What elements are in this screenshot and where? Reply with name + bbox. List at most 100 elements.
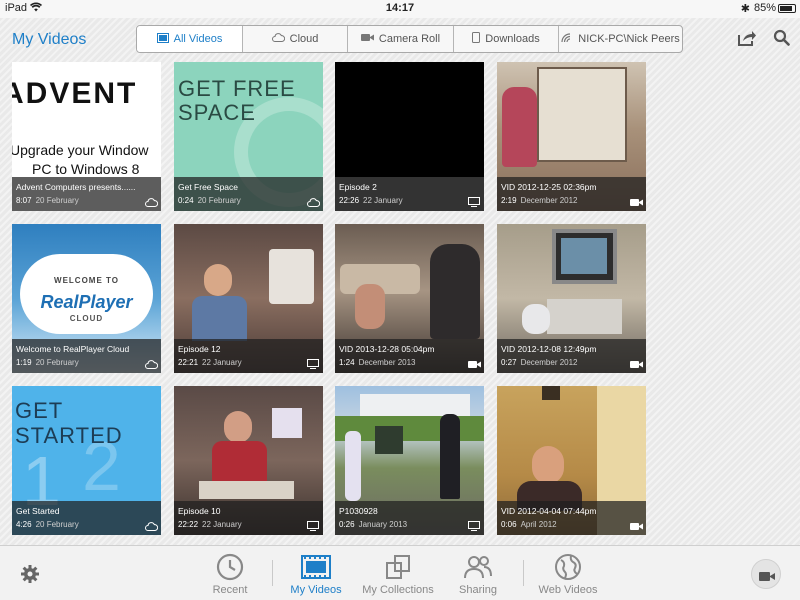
video-tile[interactable]: Episode 12 22:21 22 January <box>174 224 323 373</box>
video-meta: 22:21 22 January <box>178 358 242 367</box>
video-info-bar: VID 2012-12-08 12:49pm 0:27 December 2012 <box>497 339 646 373</box>
record-video-button[interactable] <box>751 559 781 589</box>
thumb-child <box>522 304 550 334</box>
nav-web-videos[interactable]: Web Videos <box>525 552 611 596</box>
network-icon <box>561 32 573 46</box>
thumb-lamp <box>542 386 560 400</box>
video-meta: 0:24 20 February <box>178 196 241 205</box>
video-duration: 0:27 <box>501 358 517 367</box>
nav-label: Recent <box>212 584 248 596</box>
nav-sharing[interactable]: Sharing <box>435 552 521 596</box>
tab-network-share[interactable]: NICK-PC\Nick Peers <box>559 26 682 52</box>
video-meta: 4:26 20 February <box>16 520 79 529</box>
thumb-face <box>532 446 564 484</box>
phone-icon <box>472 32 481 46</box>
thumb-child <box>502 87 537 167</box>
nav-label: My Videos <box>290 584 342 596</box>
video-title: Episode 2 <box>339 182 377 192</box>
video-tile[interactable]: GET FREE SPACE Get Free Space 0:24 20 Feb… <box>174 62 323 211</box>
share-icon[interactable] <box>737 29 757 52</box>
video-info-bar: VID 2012-12-25 02:36pm 2:19 December 2012 <box>497 177 646 211</box>
video-duration: 2:19 <box>501 196 517 205</box>
video-duration: 1:24 <box>339 358 355 367</box>
thumb-caption: GET <box>15 398 64 423</box>
video-info-bar: Welcome to RealPlayer Cloud 1:19 20 Febru… <box>12 339 161 373</box>
nav-my-collections[interactable]: My Collections <box>355 552 441 596</box>
video-info-bar: Get Started 4:26 20 February <box>12 501 161 535</box>
video-tile[interactable]: ADVENT Upgrade your Window PC to Windows… <box>12 62 161 211</box>
collections-icon <box>355 552 441 582</box>
monitor-icon <box>468 518 480 531</box>
thumb-person <box>440 414 460 499</box>
film-icon <box>273 552 359 582</box>
camera-icon <box>630 194 643 206</box>
thumb-caption: CLOUD <box>69 314 104 323</box>
video-title: VID 2012-12-25 02:36pm <box>501 182 597 192</box>
video-meta: 1:24 December 2013 <box>339 358 416 367</box>
video-date: 20 February <box>197 196 241 205</box>
video-info-bar: VID 2013-12-28 05:04pm 1:24 December 2013 <box>335 339 484 373</box>
video-date: December 2012 <box>520 358 578 367</box>
video-duration: 22:26 <box>339 196 360 205</box>
video-tile[interactable]: VID 2012-12-08 12:49pm 0:27 December 2012 <box>497 224 646 373</box>
video-title: P1030928 <box>339 506 378 516</box>
battery-percent: 85% <box>753 2 776 14</box>
video-tile[interactable]: Episode 2 22:26 22 January <box>335 62 484 211</box>
thumb-shirt <box>192 296 247 341</box>
video-title: Episode 12 <box>178 344 221 354</box>
video-tile[interactable]: 1 2 GET STARTED Get Started 4:26 20 Febru… <box>12 386 161 535</box>
video-title: VID 2012-12-08 12:49pm <box>501 344 597 354</box>
thumb-child <box>355 284 385 329</box>
video-tile[interactable]: P1030928 0:26 January 2013 <box>335 386 484 535</box>
battery-icon <box>778 4 796 13</box>
video-meta: 0:06 April 2012 <box>501 520 557 529</box>
thumb-caption: WELCOME TO <box>54 276 119 285</box>
video-duration: 0:26 <box>339 520 355 529</box>
tab-all-videos[interactable]: All Videos <box>137 26 243 52</box>
video-info-bar: Episode 10 22:22 22 January <box>174 501 323 535</box>
monitor-icon <box>307 356 319 369</box>
thumb-person <box>345 431 361 501</box>
camera-icon <box>468 356 481 368</box>
camera-icon <box>630 518 643 530</box>
video-date: December 2012 <box>520 196 578 205</box>
thumb-face <box>224 411 252 443</box>
thumb-shirt <box>212 441 267 486</box>
video-title: Welcome to RealPlayer Cloud <box>16 344 130 354</box>
tab-cloud[interactable]: Cloud <box>243 26 348 52</box>
camera-icon <box>360 33 374 45</box>
tab-camera-roll[interactable]: Camera Roll <box>348 26 454 52</box>
gear-icon[interactable] <box>20 564 40 589</box>
tab-label: Cloud <box>289 33 319 45</box>
video-info-bar: Advent Computers presents...... 8:07 20 F… <box>12 177 161 211</box>
thumb-caption: STARTED <box>15 423 123 448</box>
video-tile[interactable]: VID 2013-12-28 05:04pm 1:24 December 2013 <box>335 224 484 373</box>
video-tile[interactable]: WELCOME TO RealPlayer CLOUD Welcome to R… <box>12 224 161 373</box>
video-tile[interactable]: VID 2012-12-25 02:36pm 2:19 December 2012 <box>497 62 646 211</box>
video-info-bar: Get Free Space 0:24 20 February <box>174 177 323 211</box>
search-icon[interactable] <box>773 29 790 51</box>
video-duration: 0:06 <box>501 520 517 529</box>
monitor-icon <box>307 518 319 531</box>
video-date: 22 January <box>363 196 403 205</box>
tab-downloads[interactable]: Downloads <box>454 26 559 52</box>
header: My Videos All Videos Cloud Camera Roll D… <box>0 18 800 60</box>
video-duration: 0:24 <box>178 196 194 205</box>
video-tile[interactable]: VID 2012-04-04 07:44pm 0:06 April 2012 <box>497 386 646 535</box>
video-meta: 22:22 22 January <box>178 520 242 529</box>
video-duration: 8:07 <box>16 196 32 205</box>
video-date: 20 February <box>35 196 79 205</box>
video-title: Episode 10 <box>178 506 221 516</box>
video-meta: 8:07 20 February <box>16 196 79 205</box>
tab-label: Camera Roll <box>378 33 441 45</box>
video-title: Get Started <box>16 506 60 516</box>
tab-label: NICK-PC\Nick Peers <box>578 33 680 45</box>
cloud-icon <box>307 194 321 207</box>
nav-recent[interactable]: Recent <box>187 552 273 596</box>
nav-my-videos[interactable]: My Videos <box>273 552 359 596</box>
thumb-desk <box>199 481 294 499</box>
video-tile[interactable]: Episode 10 22:22 22 January <box>174 386 323 535</box>
clock-icon <box>187 552 273 582</box>
video-meta: 1:19 20 February <box>16 358 79 367</box>
video-date: 20 February <box>35 358 79 367</box>
